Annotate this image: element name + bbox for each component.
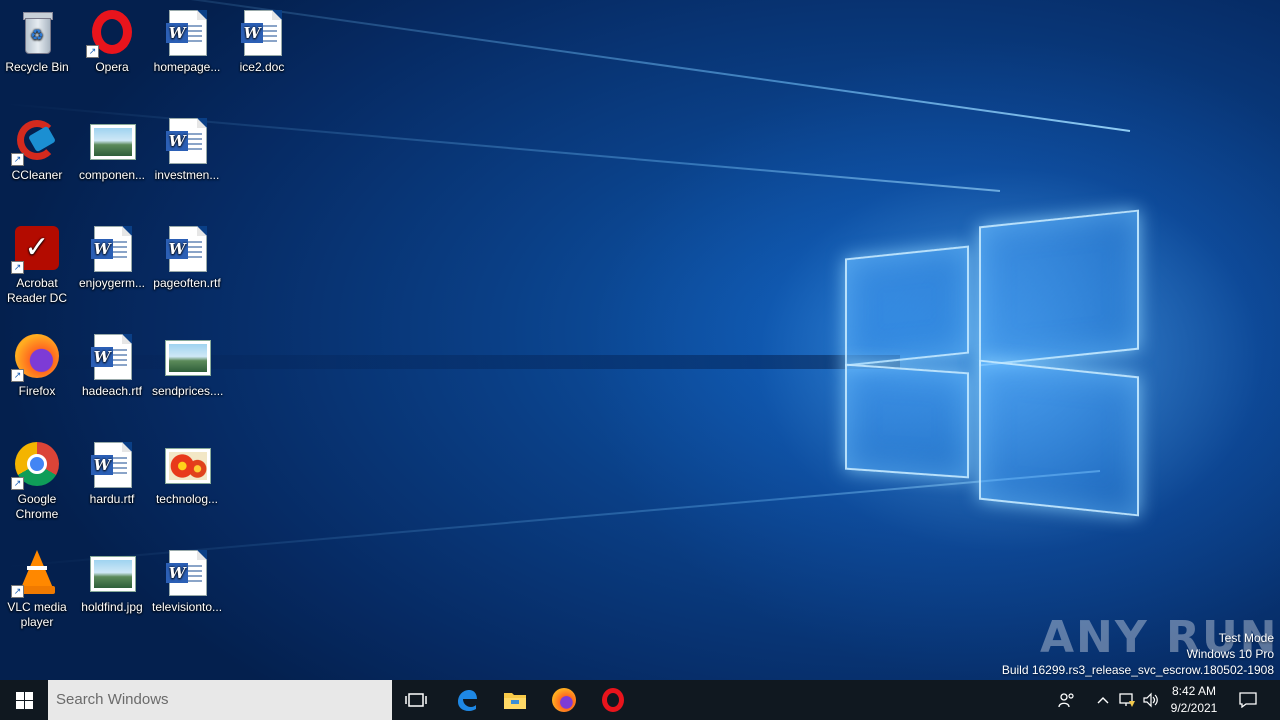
desktop-icon-recycle-bin[interactable]: ♻ Recycle Bin xyxy=(0,2,74,75)
network-button[interactable] xyxy=(1116,680,1138,720)
watermark-build: Build 16299.rs3_release_svc_escrow.18050… xyxy=(1001,663,1274,677)
icon-label: pageoften.rtf xyxy=(153,276,221,290)
desktop-icon-firefox[interactable]: ↗ Firefox xyxy=(0,326,74,399)
flower-image-icon xyxy=(163,440,211,488)
icon-label: componen... xyxy=(78,168,146,182)
speaker-icon xyxy=(1143,692,1158,708)
icon-label: enjoygerm... xyxy=(78,276,146,290)
search-box[interactable]: Search Windows xyxy=(48,680,392,720)
firefox-icon xyxy=(552,688,576,712)
watermark-edition: Windows 10 Pro xyxy=(1186,647,1274,661)
icon-label: ice2.doc xyxy=(239,60,285,74)
desktop-icon-opera[interactable]: ↗ Opera xyxy=(75,2,149,75)
desktop-icon-televisionto[interactable]: W televisionto... xyxy=(150,542,224,615)
image-file-icon xyxy=(163,332,211,380)
word-doc-icon: W xyxy=(88,440,136,488)
ccleaner-icon: ↗ xyxy=(11,116,61,166)
icon-label: VLC media player xyxy=(7,600,67,629)
icon-label: homepage... xyxy=(153,60,221,74)
start-button[interactable] xyxy=(0,680,48,720)
desktop-icon-acrobat[interactable]: ✓ ↗ Acrobat Reader DC xyxy=(0,218,74,306)
icon-label: Opera xyxy=(95,60,129,74)
task-view-icon xyxy=(405,693,427,707)
word-doc-icon: W xyxy=(163,8,211,56)
vlc-icon: ↗ xyxy=(11,548,61,598)
network-warning-icon xyxy=(1119,693,1135,707)
chrome-icon: ↗ xyxy=(11,440,61,490)
icon-label: televisionto... xyxy=(152,600,223,614)
taskbar-edge-button[interactable] xyxy=(443,680,491,720)
desktop-icon-hardu[interactable]: W hardu.rtf xyxy=(75,434,149,507)
icon-label: Acrobat Reader DC xyxy=(6,276,68,305)
icon-label: hadeach.rtf xyxy=(81,384,143,398)
word-doc-icon: W xyxy=(238,8,286,56)
watermark-test-mode: Test Mode xyxy=(1218,631,1274,645)
task-view-button[interactable] xyxy=(392,680,440,720)
desktop-icon-componen[interactable]: componen... xyxy=(75,110,149,183)
word-doc-icon: W xyxy=(163,548,211,596)
desktop-icon-holdfind[interactable]: holdfind.jpg xyxy=(75,542,149,615)
desktop-icon-ccleaner[interactable]: ↗ CCleaner xyxy=(0,110,74,183)
taskbar: Search Windows 8:42 AM 9/2/2021 xyxy=(0,680,1280,720)
image-file-icon xyxy=(88,116,136,164)
icon-label: Recycle Bin xyxy=(5,60,69,74)
image-file-icon xyxy=(88,548,136,596)
desktop-icon-investmen[interactable]: W investmen... xyxy=(150,110,224,183)
acrobat-icon: ✓ ↗ xyxy=(11,224,61,274)
desktop-icon-technolog[interactable]: technolog... xyxy=(150,434,224,507)
recycle-bin-icon: ♻ xyxy=(13,8,61,56)
search-placeholder: Search Windows xyxy=(56,691,169,708)
word-doc-icon: W xyxy=(88,224,136,272)
desktop-icon-hadeach[interactable]: W hadeach.rtf xyxy=(75,326,149,399)
firefox-icon: ↗ xyxy=(11,332,61,382)
windows-logo-wallpaper xyxy=(843,209,1139,517)
icon-label: sendprices.... xyxy=(152,384,224,398)
icon-label: technolog... xyxy=(155,492,219,506)
file-explorer-icon xyxy=(504,693,526,709)
icon-label: holdfind.jpg xyxy=(81,600,143,614)
desktop-icon-vlc[interactable]: ↗ VLC media player xyxy=(0,542,74,630)
icon-label: CCleaner xyxy=(11,168,63,182)
icon-label: Google Chrome xyxy=(15,492,59,521)
people-button[interactable] xyxy=(1052,680,1082,720)
taskbar-firefox-button[interactable] xyxy=(540,680,588,720)
word-doc-icon: W xyxy=(88,332,136,380)
taskbar-opera-button[interactable] xyxy=(589,680,637,720)
action-center-button[interactable] xyxy=(1230,680,1266,720)
desktop-icon-ice2[interactable]: W ice2.doc xyxy=(225,2,299,75)
desktop-icon-sendprices[interactable]: sendprices.... xyxy=(150,326,224,399)
volume-button[interactable] xyxy=(1140,680,1162,720)
word-doc-icon: W xyxy=(163,224,211,272)
opera-icon: ↗ xyxy=(86,8,136,58)
clock-time: 8:42 AM xyxy=(1171,684,1217,698)
icon-label: hardu.rtf xyxy=(89,492,135,506)
windows-logo-icon xyxy=(15,691,33,709)
icon-label: Firefox xyxy=(18,384,56,398)
people-icon xyxy=(1058,693,1074,708)
notification-icon xyxy=(1239,692,1257,708)
desktop-icon-homepage[interactable]: W homepage... xyxy=(150,2,224,75)
icon-label: investmen... xyxy=(154,168,220,182)
desktop-icon-enjoygerm[interactable]: W enjoygerm... xyxy=(75,218,149,291)
desktop-icon-google-chrome[interactable]: ↗ Google Chrome xyxy=(0,434,74,522)
desktop[interactable]: ♻ Recycle Bin ↗ CCleaner ✓ ↗ Acrobat Rea… xyxy=(0,0,1280,680)
clock-date: 9/2/2021 xyxy=(1170,701,1218,715)
opera-icon xyxy=(602,688,624,712)
edge-icon xyxy=(458,690,477,711)
word-doc-icon: W xyxy=(163,116,211,164)
taskbar-file-explorer-button[interactable] xyxy=(491,680,539,720)
show-hidden-icons-button[interactable] xyxy=(1092,680,1114,720)
clock[interactable]: 8:42 AM 9/2/2021 xyxy=(1164,680,1224,720)
desktop-icon-pageoften[interactable]: W pageoften.rtf xyxy=(150,218,224,291)
chevron-up-icon xyxy=(1097,697,1109,704)
